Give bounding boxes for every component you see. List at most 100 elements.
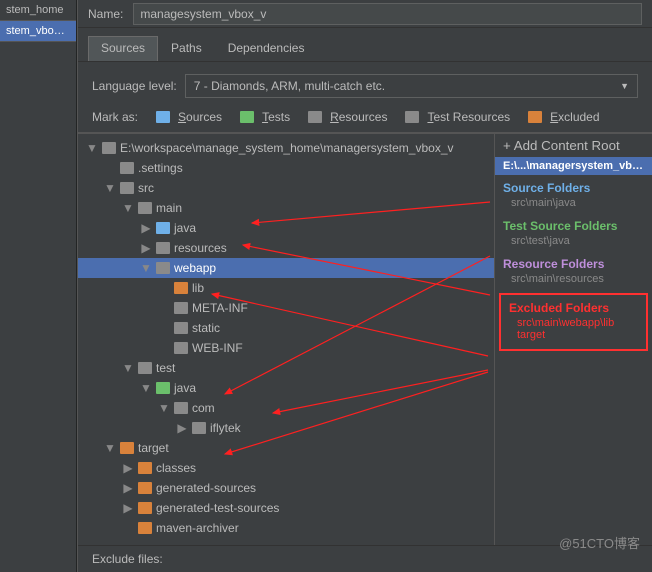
tab-dependencies[interactable]: Dependencies <box>215 36 318 61</box>
folder-icon <box>240 111 254 123</box>
tree-label: static <box>192 321 220 335</box>
folder-icon <box>138 482 152 494</box>
expand-down-icon[interactable]: ▼ <box>122 201 134 215</box>
mark-as-row: Mark as: Sources Tests Resources Test Resou… <box>78 110 652 133</box>
mark-tests[interactable]: Tests <box>236 110 290 124</box>
mark-test-resources[interactable]: Test Resources <box>401 110 510 124</box>
folder-icon <box>156 111 170 123</box>
folder-path[interactable]: src\test\java <box>511 235 644 247</box>
mark-as-label: Mark as: <box>92 110 138 124</box>
expand-down-icon[interactable]: ▼ <box>104 441 116 455</box>
expand-down-icon[interactable]: ▼ <box>86 141 98 155</box>
expand-right-icon[interactable]: ▶ <box>176 421 188 435</box>
expand-right-icon[interactable]: ▶ <box>122 461 134 475</box>
folder-path[interactable]: src\main\resources <box>511 273 644 285</box>
section-title: Source Folders <box>495 175 652 195</box>
tree-label: generated-sources <box>156 481 256 495</box>
folder-icon <box>174 402 188 414</box>
tree-node-meta-inf[interactable]: META-INF <box>78 298 494 318</box>
folder-icon <box>308 111 322 123</box>
folder-icon <box>156 242 170 254</box>
folder-icon <box>120 162 134 174</box>
tree-label: java <box>174 381 196 395</box>
section-items: src\main\webapp\libtarget <box>501 315 646 345</box>
tree-node-main-java[interactable]: ▶java <box>78 218 494 238</box>
tree-label: META-INF <box>192 301 248 315</box>
folder-icon <box>156 222 170 234</box>
expand-down-icon[interactable]: ▼ <box>104 181 116 195</box>
add-content-root-button[interactable]: + Add Content Root <box>495 134 652 157</box>
mark-resources[interactable]: Resources <box>304 110 387 124</box>
tree-node-main[interactable]: ▼main <box>78 198 494 218</box>
main-panel: Name: SourcesPathsDependencies Language … <box>77 0 652 572</box>
folder-tree[interactable]: ▼ E:\workspace\manage_system_home\manager… <box>78 134 494 545</box>
tree-label: WEB-INF <box>192 341 243 355</box>
tab-sources[interactable]: Sources <box>88 36 158 61</box>
mark-sources[interactable]: Sources <box>152 110 222 124</box>
folder-icon <box>192 422 206 434</box>
expand-down-icon[interactable]: ▼ <box>158 401 170 415</box>
tab-paths[interactable]: Paths <box>158 36 215 61</box>
tree-node-static[interactable]: static <box>78 318 494 338</box>
expand-down-icon[interactable]: ▼ <box>122 361 134 375</box>
tree-label: iflytek <box>210 421 241 435</box>
language-level-select[interactable]: 7 - Diamonds, ARM, multi-catch etc. ▼ <box>185 74 638 98</box>
tree-label: lib <box>192 281 204 295</box>
expand-down-icon[interactable]: ▼ <box>140 381 152 395</box>
section-title: Excluded Folders <box>501 295 646 315</box>
folder-path[interactable]: target <box>517 329 638 341</box>
content-root-panel: + Add Content RootE:\...\managersystem_v… <box>494 134 652 545</box>
left-tab[interactable]: stem_home <box>0 0 76 21</box>
tree-node-iflytek[interactable]: ▶ iflytek <box>78 418 494 438</box>
name-row: Name: <box>78 0 652 28</box>
mark-label: Tests <box>262 110 290 124</box>
expand-right-icon[interactable]: ▶ <box>122 481 134 495</box>
left-tab[interactable]: stem_vbox_v <box>0 21 76 42</box>
tree-node-web-inf[interactable]: WEB-INF <box>78 338 494 358</box>
folder-path[interactable]: src\main\webapp\lib <box>517 317 638 329</box>
tree-label: src <box>138 181 154 195</box>
tree-node-gensrc[interactable]: ▶ generated-sources <box>78 478 494 498</box>
expand-down-icon[interactable]: ▼ <box>140 261 152 275</box>
tree-node-main-resources[interactable]: ▶ resources <box>78 238 494 258</box>
tree-node-target[interactable]: ▼target <box>78 438 494 458</box>
tree-label: webapp <box>174 261 216 275</box>
tree-node-classes[interactable]: ▶classes <box>78 458 494 478</box>
tree-node-gentestsrc[interactable]: ▶ generated-test-sources <box>78 498 494 518</box>
folder-icon <box>138 362 152 374</box>
folder-path[interactable]: src\main\java <box>511 197 644 209</box>
expand-right-icon[interactable]: ▶ <box>122 501 134 515</box>
folder-icon <box>138 202 152 214</box>
tree-node-test[interactable]: ▼ test <box>78 358 494 378</box>
tree-node-settings[interactable]: .settings <box>78 158 494 178</box>
mark-label: Test Resources <box>427 110 510 124</box>
tree-label: .settings <box>138 161 183 175</box>
watermark: @51CTO博客 <box>559 533 640 552</box>
content-area: ▼ E:\workspace\manage_system_home\manager… <box>78 133 652 545</box>
chevron-down-icon: ▼ <box>620 81 629 91</box>
content-root-path[interactable]: E:\...\managersystem_vbox_v <box>495 157 652 175</box>
language-label: Language level: <box>92 79 177 93</box>
tree-node-maven-archiver[interactable]: maven-archiver <box>78 518 494 538</box>
tree-node-test-java[interactable]: ▼ java <box>78 378 494 398</box>
tree-label: generated-test-sources <box>156 501 279 515</box>
folder-icon <box>138 502 152 514</box>
folder-icon <box>120 442 134 454</box>
tree-label: E:\workspace\manage_system_home\managers… <box>120 141 454 155</box>
folder-icon <box>174 282 188 294</box>
tree-label: test <box>156 361 175 375</box>
tree-node-com[interactable]: ▼com <box>78 398 494 418</box>
tree-node-root[interactable]: ▼ E:\workspace\manage_system_home\manager… <box>78 138 494 158</box>
folder-icon <box>174 342 188 354</box>
module-name-input[interactable] <box>133 3 642 25</box>
expand-right-icon[interactable]: ▶ <box>140 221 152 235</box>
mark-excluded[interactable]: Excluded <box>524 110 599 124</box>
exclude-files-label: Exclude files: <box>92 552 163 566</box>
folder-icon <box>120 182 134 194</box>
mark-label: Resources <box>330 110 387 124</box>
tree-label: resources <box>174 241 227 255</box>
tree-node-webapp[interactable]: ▼ webapp <box>78 258 494 278</box>
expand-right-icon[interactable]: ▶ <box>140 241 152 255</box>
tree-node-lib[interactable]: lib <box>78 278 494 298</box>
tree-node-src[interactable]: ▼ src <box>78 178 494 198</box>
